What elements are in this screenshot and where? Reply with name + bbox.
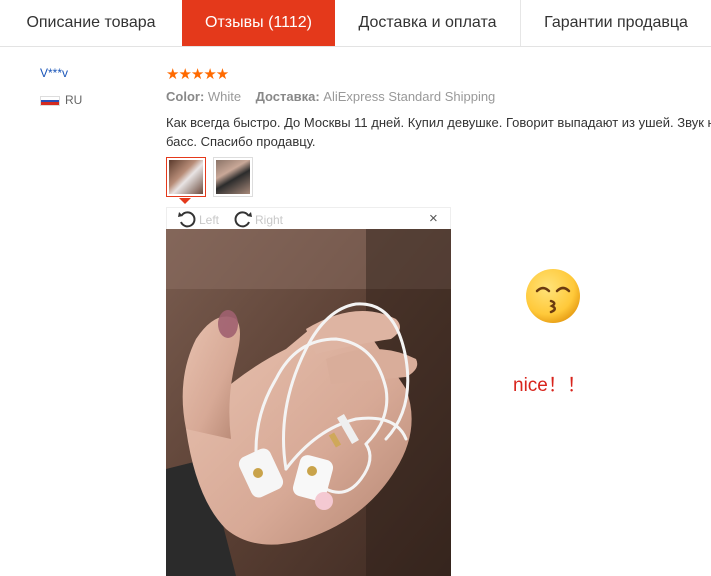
delivery-label: Доставка:	[255, 89, 320, 104]
review-text: Как всегда быстро. До Москвы 11 дней. Ку…	[166, 113, 711, 151]
rotate-left-icon	[178, 211, 196, 228]
review-photo-thumbnail-1[interactable]	[166, 157, 206, 197]
tab-shipping[interactable]: Доставка и оплата	[335, 0, 520, 46]
tab-guarantees[interactable]: Гарантии продавца	[521, 0, 711, 46]
star-rating: ★★★★★	[166, 66, 229, 83]
close-viewer-button[interactable]: ×	[429, 210, 438, 227]
photo-viewer-toolbar: Left Right ×	[166, 207, 451, 229]
rotate-right-label: Right	[255, 213, 284, 227]
kissing-face-emoji-icon	[524, 267, 582, 330]
rotate-right-button[interactable]: Right	[233, 209, 297, 229]
reviewer-name[interactable]: V***v	[40, 66, 68, 80]
photo-thumbnail-image	[216, 160, 250, 194]
review-meta: Color: White Доставка: AliExpress Standa…	[166, 89, 495, 104]
country-code: RU	[65, 93, 83, 107]
color-label: Color:	[166, 89, 205, 104]
russia-flag-icon	[40, 96, 60, 106]
review-text-line: басс. Спасибо продавцу.	[166, 134, 316, 149]
tab-description[interactable]: Описание товара	[0, 0, 182, 46]
selected-thumbnail-pointer	[179, 198, 191, 204]
rotate-left-button[interactable]: Left	[177, 209, 237, 229]
nice-caption: nice！！	[513, 375, 586, 396]
tab-bar: Описание товара Отзывы (1112) Доставка и…	[0, 0, 711, 47]
delivery-value: AliExpress Standard Shipping	[323, 89, 496, 104]
review-photo-thumbnail-2[interactable]	[213, 157, 253, 197]
photo-earphones-in-hand	[166, 229, 451, 576]
review-photo-large	[166, 229, 451, 576]
photo-thumbnail-image	[169, 160, 203, 194]
review-text-line: Как всегда быстро. До Москвы 11 дней. Ку…	[166, 115, 711, 130]
color-value: White	[207, 89, 242, 104]
kissing-face-icon	[526, 269, 580, 323]
rotate-left-label: Left	[199, 213, 220, 227]
rotate-right-icon	[234, 211, 252, 228]
tab-reviews[interactable]: Отзывы (1112)	[182, 0, 335, 46]
